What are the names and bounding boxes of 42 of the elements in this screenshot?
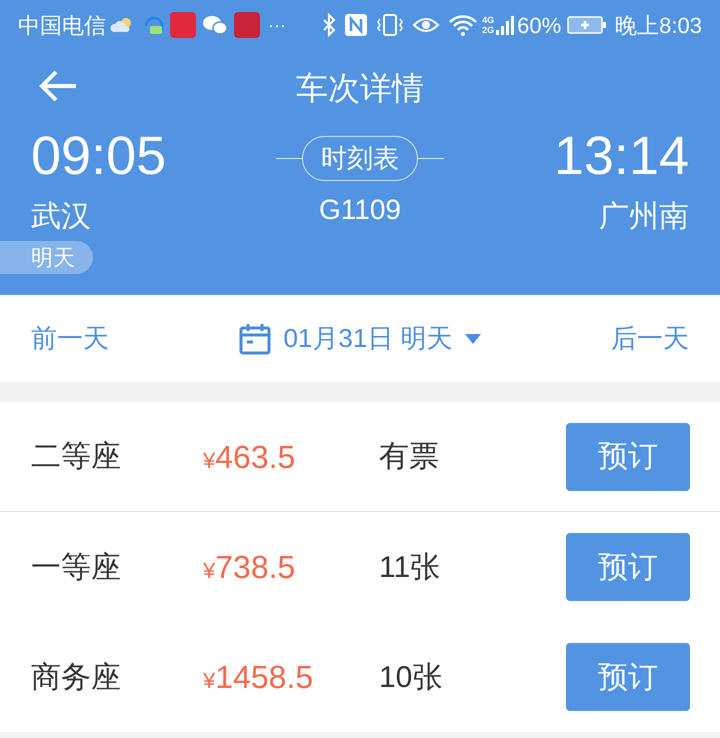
wifi-icon bbox=[448, 14, 478, 36]
seat-price: ¥738.5 bbox=[203, 548, 296, 587]
book-button[interactable]: 预订 bbox=[566, 533, 690, 601]
timetable-button[interactable]: 时刻表 bbox=[302, 136, 418, 181]
clock-time: 晚上8:03 bbox=[615, 12, 702, 40]
nfc-icon bbox=[344, 13, 368, 37]
next-day-link[interactable]: 后一天 bbox=[610, 319, 689, 358]
day-tag: 明天 bbox=[0, 241, 93, 274]
calendar-icon bbox=[239, 322, 272, 354]
vibrate-icon bbox=[376, 13, 404, 37]
caret-icon bbox=[464, 334, 481, 344]
battery-percent: 60% bbox=[517, 12, 562, 40]
arrival-station: 广州南 bbox=[599, 199, 689, 235]
seat-price: ¥1458.5 bbox=[203, 658, 314, 697]
app-icon bbox=[234, 12, 260, 38]
book-button[interactable]: 预订 bbox=[566, 643, 690, 711]
seat-class: 商务座 bbox=[31, 660, 122, 696]
more-notifications: ··· bbox=[268, 14, 286, 36]
ticket-availability: 有票 bbox=[379, 439, 439, 475]
cloud-icon bbox=[110, 17, 134, 33]
eye-icon bbox=[412, 15, 440, 35]
network-type: 2G bbox=[482, 25, 494, 35]
date-picker[interactable]: 01月31日 明天 bbox=[239, 319, 481, 358]
previous-day-link[interactable]: 前一天 bbox=[31, 319, 109, 358]
battery-icon bbox=[567, 15, 608, 35]
book-button[interactable]: 预订 bbox=[566, 422, 690, 490]
chat-icon bbox=[202, 14, 228, 36]
carrier-name: 中国电信 bbox=[18, 12, 106, 40]
arrival-time: 13:14 bbox=[554, 126, 689, 186]
departure-station: 武汉 bbox=[31, 199, 92, 235]
signal-icon bbox=[495, 14, 516, 36]
seat-price: ¥463.5 bbox=[203, 438, 296, 476]
ticket-availability: 10张 bbox=[379, 660, 442, 696]
seat-class: 一等座 bbox=[31, 550, 122, 586]
train-number: G1109 bbox=[319, 193, 401, 227]
page-title: 车次详情 bbox=[296, 69, 424, 108]
departure-time: 09:05 bbox=[31, 126, 166, 186]
app-icon bbox=[170, 12, 196, 38]
ticket-availability: 11张 bbox=[379, 550, 440, 586]
bluetooth-icon bbox=[322, 13, 336, 37]
network-type: 4G bbox=[482, 15, 494, 25]
seat-class: 二等座 bbox=[31, 439, 122, 475]
